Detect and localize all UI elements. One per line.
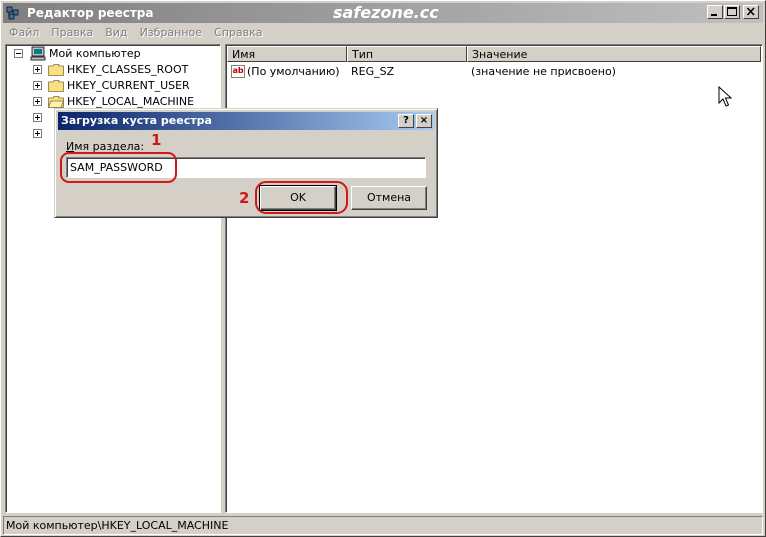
annotation-ring-ok (255, 181, 348, 214)
column-type[interactable]: Тип (347, 46, 467, 62)
tree-item-hidden-2[interactable] (12, 126, 42, 142)
expand-icon[interactable] (33, 65, 42, 74)
annotation-step-1: 1 (151, 131, 162, 149)
title-bar[interactable]: Редактор реестра safezone.cc (3, 3, 763, 23)
annotation-step-2: 2 (239, 189, 250, 207)
expand-icon[interactable] (33, 129, 42, 138)
annotation-ring-input (60, 152, 177, 183)
minimize-button[interactable] (707, 5, 723, 19)
column-name[interactable]: Имя (227, 46, 347, 62)
close-button[interactable] (743, 5, 759, 19)
tree-item-hkcu[interactable]: HKEY_CURRENT_USER (12, 78, 212, 94)
tree-item-hkcr[interactable]: HKEY_CLASSES_ROOT (12, 62, 212, 78)
folder-icon (48, 64, 64, 76)
close-icon (746, 7, 755, 16)
tree-label-hkcr: HKEY_CLASSES_ROOT (67, 63, 189, 76)
computer-icon (30, 46, 46, 61)
folder-icon (48, 80, 64, 92)
caption-buttons (706, 5, 759, 21)
value-name: (По умолчанию) (247, 65, 340, 78)
tree-item-my-computer[interactable]: Мой компьютер (12, 46, 212, 62)
tree-item-hidden-1[interactable] (12, 110, 42, 126)
menu-help[interactable]: Справка (208, 24, 268, 39)
mouse-pointer-icon (718, 86, 732, 107)
menu-bar: Файл Правка Вид Избранное Справка (3, 24, 763, 42)
dialog-close-button[interactable]: × (416, 114, 432, 128)
value-data: (значение не присвоено) (471, 65, 616, 78)
column-value[interactable]: Значение (467, 46, 761, 62)
collapse-icon[interactable] (14, 49, 23, 58)
cancel-button[interactable]: Отмена (351, 186, 427, 210)
expand-icon[interactable] (33, 97, 42, 106)
tree-label-root: Мой компьютер (49, 47, 141, 60)
expand-icon[interactable] (33, 113, 42, 122)
watermark: safezone.cc (333, 3, 439, 22)
registry-editor-icon (6, 6, 19, 20)
maximize-icon (727, 7, 737, 16)
list-header: Имя Тип Значение (227, 46, 761, 62)
window-title: Редактор реестра (27, 6, 154, 20)
dialog-caption-buttons: ? × (396, 114, 432, 128)
tree-label-hkcu: HKEY_CURRENT_USER (67, 79, 190, 92)
menu-file[interactable]: Файл (3, 24, 45, 39)
menu-view[interactable]: Вид (99, 24, 133, 39)
expand-icon[interactable] (33, 81, 42, 90)
string-value-ab-icon: ab (231, 65, 245, 78)
status-path: Мой компьютер\HKEY_LOCAL_MACHINE (6, 519, 229, 532)
help-button[interactable]: ? (398, 114, 414, 128)
menu-favorites[interactable]: Избранное (134, 24, 208, 39)
list-row[interactable]: ab (По умолчанию) REG_SZ (значение не пр… (226, 64, 762, 80)
value-type: REG_SZ (351, 65, 395, 78)
status-bar: Мой компьютер\HKEY_LOCAL_MACHINE (3, 516, 763, 535)
open-folder-icon (48, 96, 64, 108)
minimize-icon (711, 14, 717, 16)
dialog-title-bar[interactable]: Загрузка куста реестра ? × (58, 112, 434, 130)
registry-editor-window: Редактор реестра safezone.cc Файл Правка… (0, 0, 766, 537)
maximize-button[interactable] (724, 5, 740, 19)
menu-edit[interactable]: Правка (45, 24, 99, 39)
dialog-title: Загрузка куста реестра (61, 114, 212, 127)
